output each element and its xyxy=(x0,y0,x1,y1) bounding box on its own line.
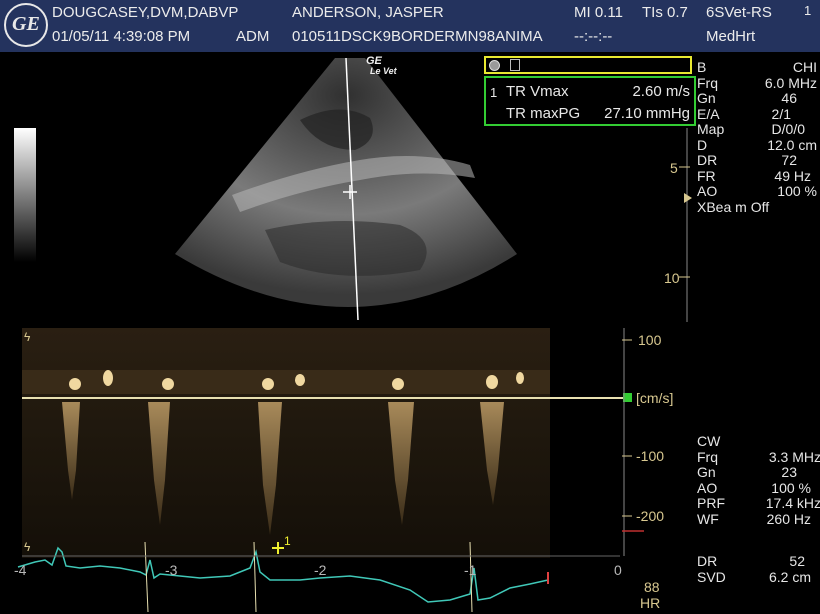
tr-maxpg-label: TR maxPG xyxy=(506,105,581,122)
valve-click xyxy=(295,374,305,386)
probe-suffix: 1 xyxy=(804,3,812,18)
param-row: XBea m Off xyxy=(697,198,770,215)
patient-name: ANDERSON, JASPER xyxy=(292,4,444,21)
cursor-tool-icon[interactable] xyxy=(510,59,520,71)
exam-datetime: 01/05/11 4:39:08 PM xyxy=(52,28,191,45)
user-label: ADM xyxy=(236,28,270,45)
spectrum-upper-band xyxy=(22,370,550,394)
cursor-toolbar[interactable] xyxy=(484,56,692,74)
param-row: FR 49 Hz xyxy=(697,167,811,184)
param-row: AO 100 % xyxy=(697,183,817,199)
tr-maxpg-value: 27.10 mmHg xyxy=(604,105,690,122)
lightning-icon: ϟ xyxy=(24,540,31,554)
measurement-index: 1 xyxy=(490,85,498,100)
operator-name: DOUGCASEY,DVM,DABVP xyxy=(52,4,239,21)
velocity-label-neg100: -100 xyxy=(636,448,665,464)
param-row: SVD 6.2 cm xyxy=(697,568,811,585)
param-row: D 12.0 cm xyxy=(697,136,817,153)
velocity-label-neg200: -200 xyxy=(636,508,665,524)
focus-marker xyxy=(684,193,692,203)
tr-vmax-value: 2.60 m/s xyxy=(632,83,690,100)
mi-value: MI 0.11 xyxy=(574,4,623,21)
spectrum-background xyxy=(22,328,550,558)
bmode-params: B CHI Frq 6.0 MHz Gn 46 E/A 2/1 Map D/0/0 D 12… xyxy=(697,59,817,215)
heart-rate-value: 88 xyxy=(644,579,660,595)
param-row: WF 260 Hz xyxy=(697,510,811,527)
valve-click xyxy=(486,375,498,389)
param-row: E/A 2/1 xyxy=(697,105,791,122)
time-label: -4 xyxy=(14,562,27,578)
valve-click xyxy=(392,378,404,390)
record-dot-icon[interactable] xyxy=(489,60,500,71)
param-row: DR 72 xyxy=(697,152,797,168)
velocity-unit: [cm/s] xyxy=(636,390,674,406)
probe-mark: GE Le Vet xyxy=(366,56,397,76)
time-label: -1 xyxy=(464,562,477,578)
ultrasound-screen: GE DOUGCASEY,DVM,DABVP 01/05/11 4:39:08 … xyxy=(0,0,820,614)
param-row: Gn 23 xyxy=(697,464,797,480)
param-row: B CHI xyxy=(697,59,817,75)
valve-click xyxy=(516,372,524,384)
time-label: -2 xyxy=(314,562,327,578)
cw-params: CW Frq 3.3 MHz Gn 23 AO 100 % PRF 17.4 kHz W… xyxy=(697,433,820,527)
ge-logo: GE xyxy=(4,3,48,47)
caliper-label: 1 xyxy=(284,534,291,548)
param-row: Frq 3.3 MHz xyxy=(697,448,820,465)
probe-mark-text: Le Vet xyxy=(370,66,397,76)
param-row: DR 52 xyxy=(697,553,805,569)
depth-mark-5: 5 xyxy=(670,160,678,176)
doppler-spectrum xyxy=(17,328,644,613)
param-row: Frq 6.0 MHz xyxy=(697,74,817,91)
param-row: PRF 17.4 kHz xyxy=(697,495,820,511)
param-row: Map D/0/0 xyxy=(697,121,805,137)
probe-name: 6SVet-RS xyxy=(706,4,772,21)
tr-vmax-label: TR Vmax xyxy=(506,83,569,100)
time-label: 0 xyxy=(614,562,622,578)
tis-value: TIs 0.7 xyxy=(642,4,688,21)
time-label: -3 xyxy=(165,562,178,578)
heart-rate-label: HR xyxy=(640,595,661,611)
time-blank: --:--:-- xyxy=(574,28,613,45)
header-bar: GE DOUGCASEY,DVM,DABVP 01/05/11 4:39:08 … xyxy=(0,0,820,52)
valve-click xyxy=(162,378,174,390)
preset-name: MedHrt xyxy=(706,28,756,45)
param-row: Gn 46 xyxy=(697,90,797,106)
depth-mark-10: 10 xyxy=(664,270,680,286)
valve-click xyxy=(103,370,113,386)
extra-params: DR 52 SVD 6.2 cm xyxy=(697,553,817,585)
ge-logo-text: GE xyxy=(12,13,40,35)
valve-click xyxy=(262,378,274,390)
measurement-box: 1 TR Vmax 2.60 m/s TR maxPG 27.10 mmHg xyxy=(484,76,696,126)
patient-id: 010511DSCK9BORDERMN98ANIMA xyxy=(292,28,543,45)
valve-click xyxy=(69,378,81,390)
param-row: AO 100 % xyxy=(697,479,811,496)
param-row: CW xyxy=(697,433,721,449)
lightning-icon: ϟ xyxy=(24,330,31,344)
grayscale-bar xyxy=(14,128,36,262)
velocity-label-100: 100 xyxy=(638,332,662,348)
